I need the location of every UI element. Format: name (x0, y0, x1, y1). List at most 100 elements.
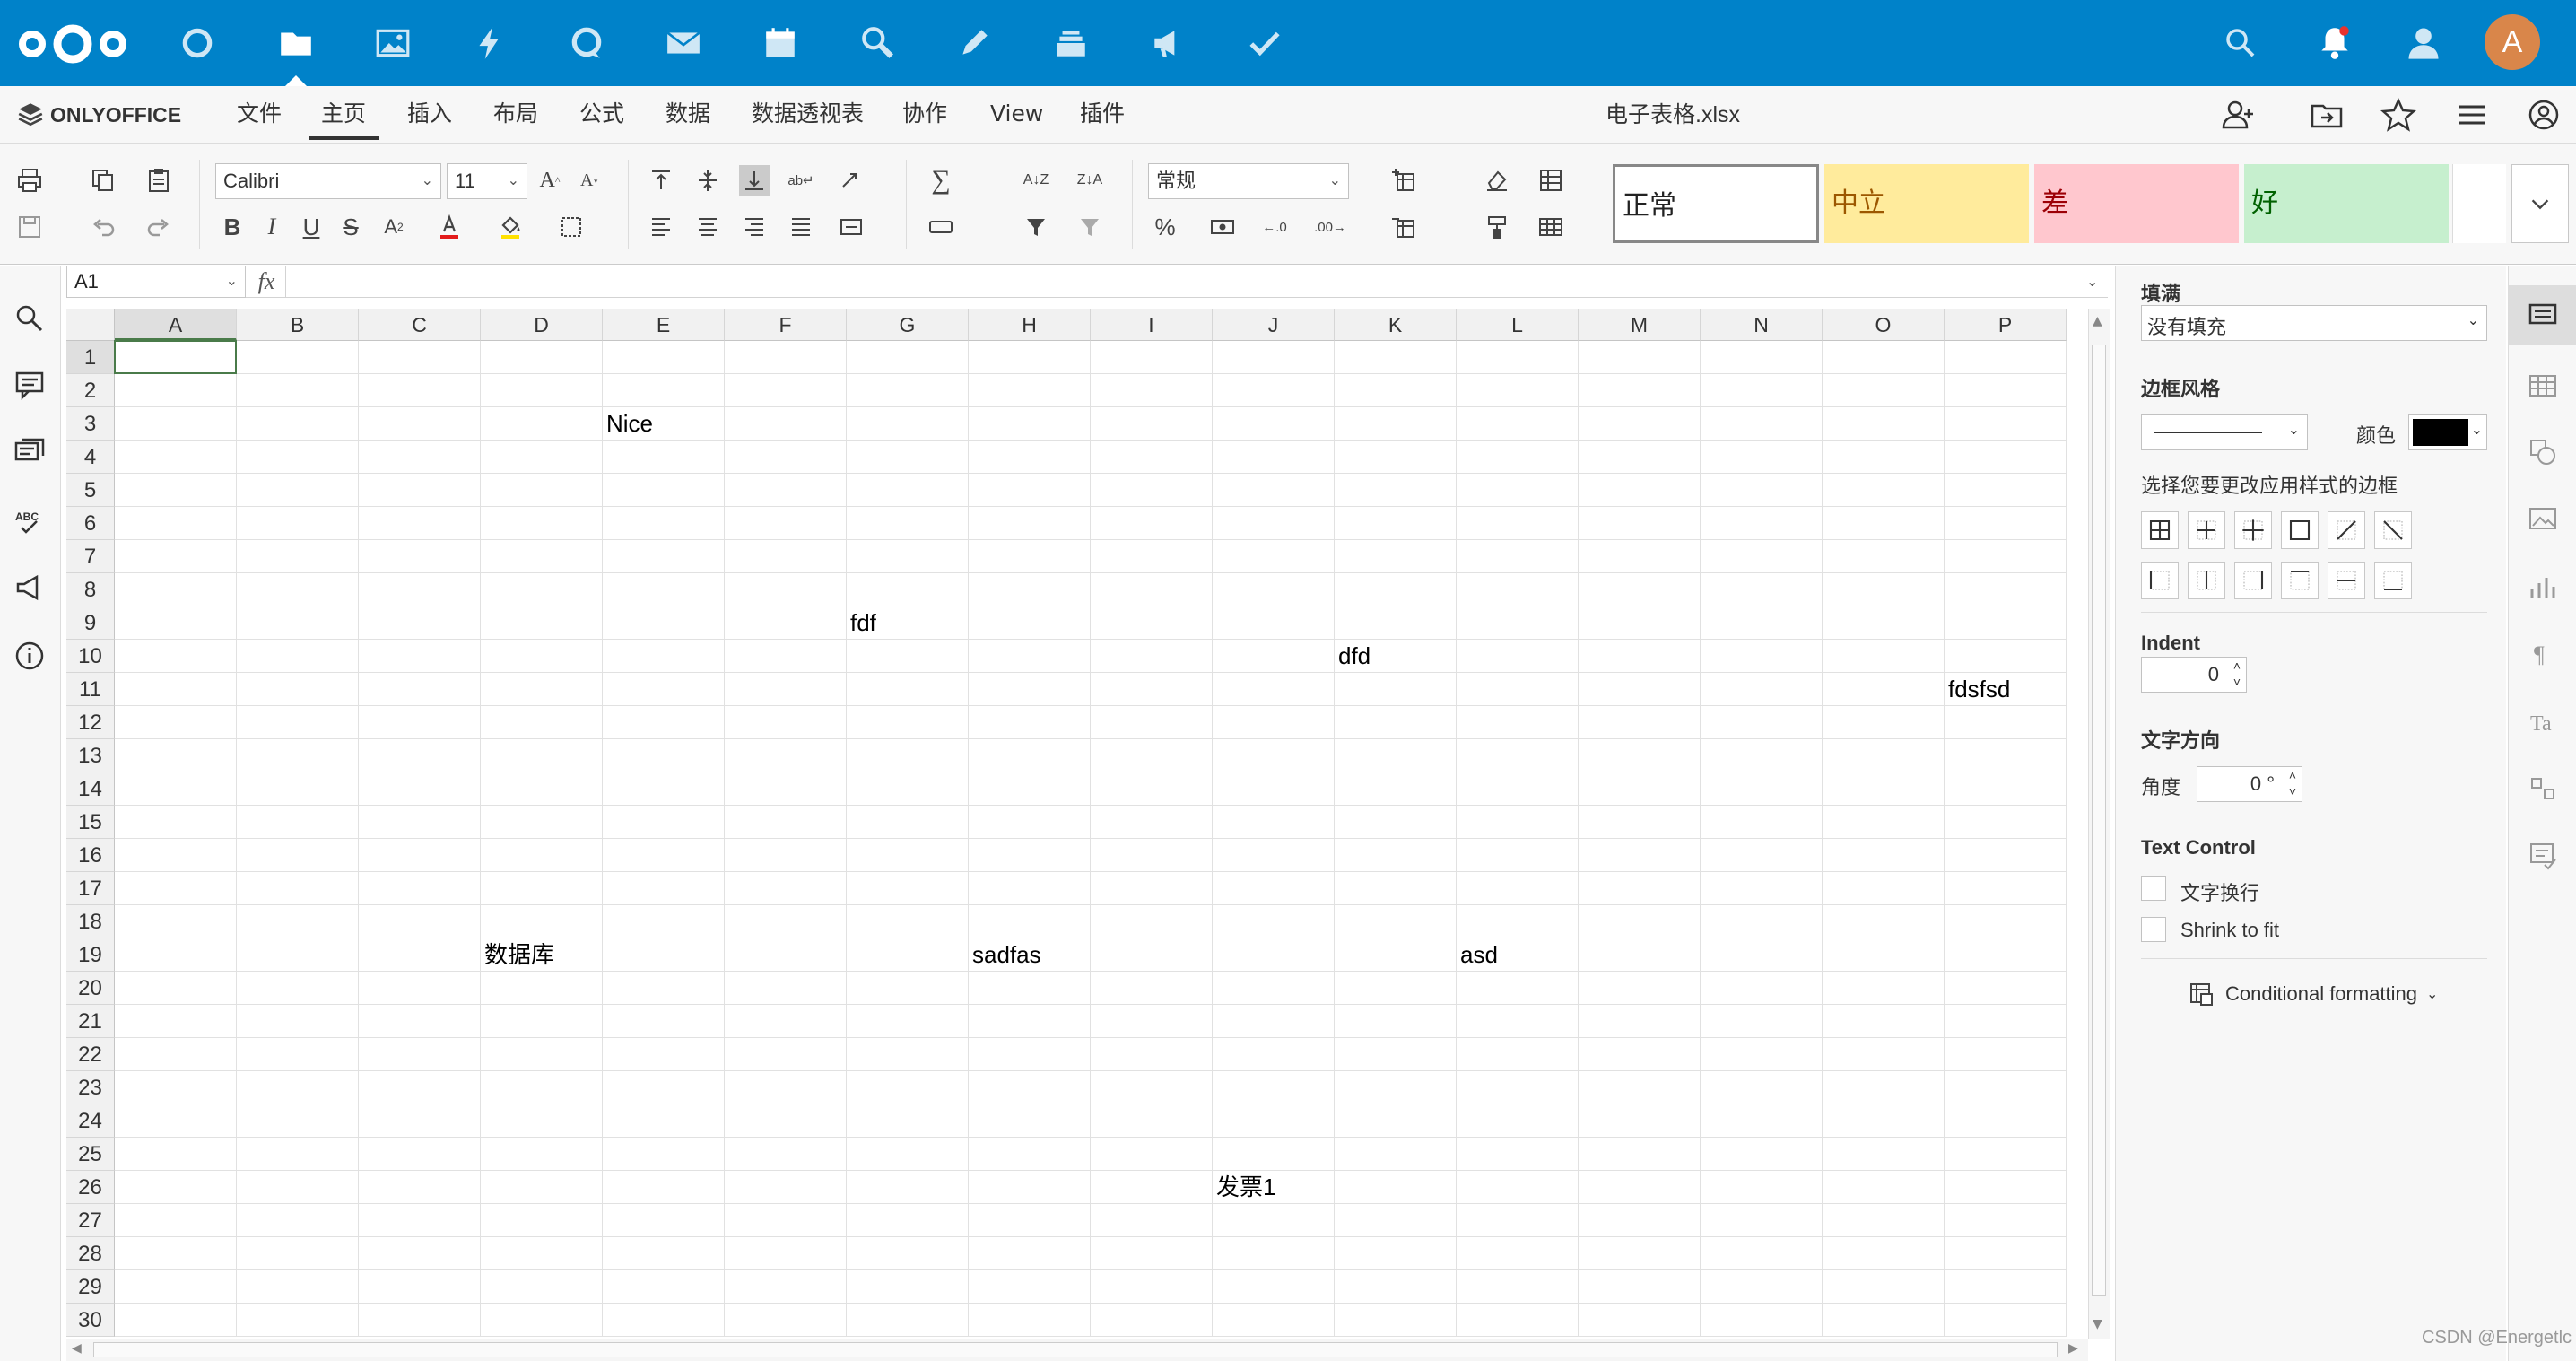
row-header-24[interactable]: 24 (66, 1104, 115, 1138)
row-header-7[interactable]: 7 (66, 540, 115, 573)
conditional-format-icon[interactable] (1536, 165, 1566, 196)
vertical-scrollbar[interactable]: ▲ ▼ (2088, 309, 2110, 1339)
border-color-picker[interactable]: ⌄ (2408, 414, 2487, 450)
diagonal-down-button[interactable] (2374, 511, 2412, 549)
cell-e3[interactable]: Nice (603, 407, 653, 441)
column-header-o[interactable]: O (1823, 309, 1945, 341)
share-user-icon[interactable] (2221, 97, 2257, 133)
angle-spinner[interactable]: 0 ° ˄ ˅ (2197, 766, 2302, 802)
search-icon[interactable] (13, 301, 47, 336)
italic-button[interactable]: I (257, 212, 287, 242)
align-left-icon[interactable] (646, 212, 676, 242)
open-location-icon[interactable] (2309, 97, 2345, 133)
user-account-icon[interactable] (2526, 97, 2562, 133)
increase-font-icon[interactable]: A ^ (535, 165, 565, 196)
sort-descending-icon[interactable]: Z↓A (1075, 165, 1105, 196)
font-size-select[interactable]: 11 ⌄ (447, 163, 527, 199)
calendar-app-icon[interactable] (755, 20, 805, 66)
indent-spinner[interactable]: 0 ˄ ˅ (2141, 657, 2247, 693)
style-good[interactable]: 好 (2244, 164, 2449, 243)
table-settings-icon[interactable] (2527, 370, 2559, 402)
files-app-icon[interactable] (271, 20, 321, 66)
save-icon[interactable] (14, 212, 45, 242)
notifications-bell-icon[interactable] (2316, 23, 2354, 61)
name-box[interactable]: A1 ⌄ (66, 266, 246, 298)
chart-settings-icon[interactable] (2527, 571, 2559, 603)
row-header-29[interactable]: 29 (66, 1270, 115, 1304)
increase-decimal-icon[interactable]: .00→ (1314, 212, 1346, 242)
clear-filter-icon[interactable] (1075, 212, 1105, 242)
cell-d19[interactable]: 数据库 (481, 938, 554, 972)
style-neutral[interactable]: 中立 (1824, 164, 2029, 243)
shrink-to-fit-checkbox[interactable] (2141, 917, 2166, 942)
row-header-13[interactable]: 13 (66, 739, 115, 772)
row-header-8[interactable]: 8 (66, 573, 115, 606)
tab-file[interactable]: 文件 (224, 88, 294, 140)
row-header-21[interactable]: 21 (66, 1005, 115, 1038)
left-border-button[interactable] (2141, 562, 2179, 599)
font-color-icon[interactable] (434, 212, 465, 242)
deck-app-icon[interactable] (1046, 20, 1096, 66)
column-header-l[interactable]: L (1457, 309, 1579, 341)
style-normal[interactable]: 正常 (1613, 164, 1819, 243)
dashboard-app-icon[interactable] (172, 20, 222, 66)
right-border-button[interactable] (2234, 562, 2272, 599)
row-header-16[interactable]: 16 (66, 839, 115, 872)
inner-cross-button[interactable] (2234, 511, 2272, 549)
bottom-border-button[interactable] (2374, 562, 2412, 599)
strikethrough-button[interactable]: S (335, 212, 366, 242)
favorite-star-icon[interactable] (2380, 97, 2416, 133)
search-icon[interactable] (2223, 25, 2258, 61)
photos-app-icon[interactable] (368, 20, 418, 66)
cell-k10[interactable]: dfd (1335, 640, 1371, 673)
diagonal-up-button[interactable] (2328, 511, 2365, 549)
inner-vertical-button[interactable] (2188, 562, 2225, 599)
contacts-icon[interactable] (2404, 23, 2443, 63)
redo-icon[interactable] (144, 212, 174, 242)
mail-app-icon[interactable] (658, 20, 709, 66)
row-header-23[interactable]: 23 (66, 1071, 115, 1104)
conditional-formatting-button[interactable]: Conditional formatting ⌄ (2188, 976, 2438, 1012)
insert-cells-icon[interactable] (1388, 165, 1419, 196)
accounting-icon[interactable] (1207, 212, 1238, 242)
styles-expand-button[interactable] (2511, 164, 2569, 243)
undo-icon[interactable] (88, 212, 118, 242)
spellcheck-icon[interactable]: ABC (13, 504, 47, 538)
horizontal-scroll-thumb[interactable] (93, 1342, 2058, 1357)
underline-button[interactable]: U (296, 212, 326, 242)
row-header-14[interactable]: 14 (66, 772, 115, 806)
signature-settings-icon[interactable] (2527, 840, 2559, 872)
print-icon[interactable] (14, 165, 45, 196)
insert-function-button[interactable]: fx (251, 266, 282, 298)
cell-p11[interactable]: fdsfsd (1945, 673, 2010, 706)
row-header-5[interactable]: 5 (66, 474, 115, 507)
column-header-e[interactable]: E (603, 309, 725, 341)
row-header-9[interactable]: 9 (66, 606, 115, 640)
tasks-app-icon[interactable] (1240, 20, 1290, 66)
hamburger-menu-icon[interactable] (2454, 97, 2490, 133)
tab-insert[interactable]: 插入 (395, 88, 465, 140)
formula-expand-icon[interactable]: ⌄ (2086, 266, 2108, 298)
row-header-20[interactable]: 20 (66, 972, 115, 1005)
selected-cell[interactable] (114, 340, 237, 374)
about-info-icon[interactable] (13, 639, 47, 673)
align-middle-icon[interactable] (692, 165, 723, 196)
cell-l19[interactable]: asd (1457, 938, 1498, 972)
column-header-p[interactable]: P (1945, 309, 2067, 341)
orientation-angle-icon[interactable] (836, 165, 866, 196)
column-header-i[interactable]: I (1091, 309, 1213, 341)
paragraph-settings-icon[interactable]: ¶ (2527, 637, 2559, 669)
tab-data[interactable]: 数据 (653, 88, 723, 140)
filter-icon[interactable] (1021, 212, 1051, 242)
column-header-f[interactable]: F (725, 309, 847, 341)
autosum-icon[interactable]: ∑ (926, 165, 956, 196)
formula-input[interactable] (285, 266, 2106, 298)
all-borders-button[interactable] (2141, 511, 2179, 549)
merge-cells-icon[interactable] (836, 212, 866, 242)
column-header-h[interactable]: H (969, 309, 1091, 341)
tab-plugins[interactable]: 插件 (1067, 88, 1137, 140)
row-header-15[interactable]: 15 (66, 806, 115, 839)
horizontal-scrollbar[interactable]: ◀ ▶ (66, 1339, 2088, 1361)
announcements-app-icon[interactable] (1143, 20, 1193, 66)
row-header-1[interactable]: 1 (66, 341, 115, 374)
